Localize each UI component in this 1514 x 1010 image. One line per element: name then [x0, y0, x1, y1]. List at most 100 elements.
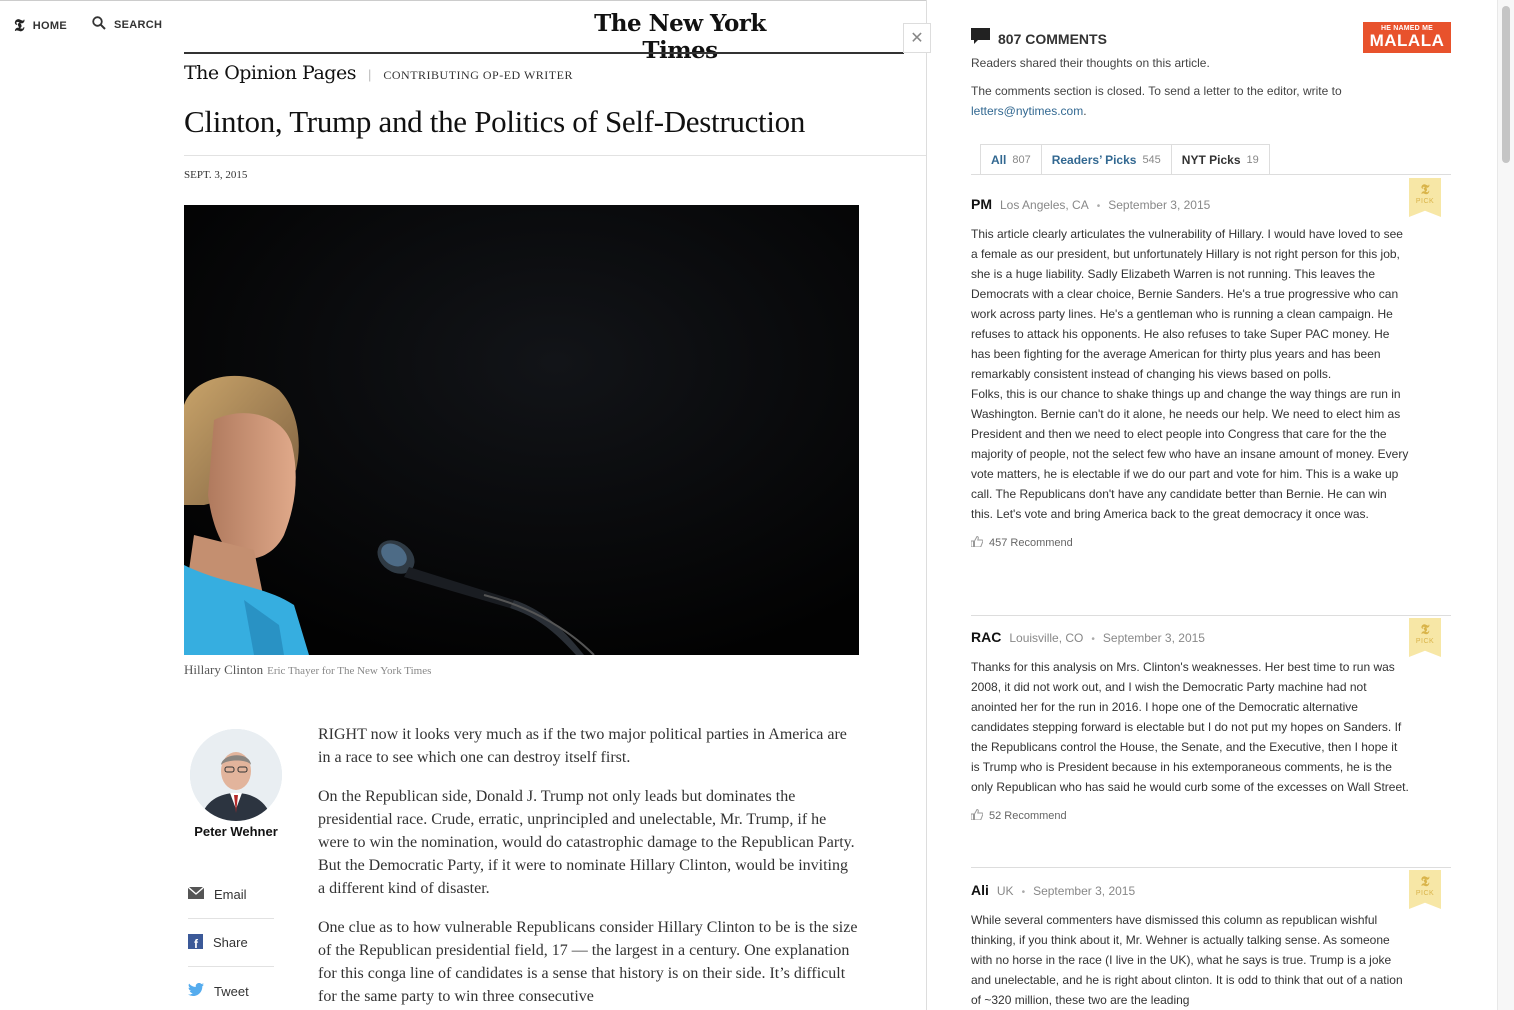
tab-label: Readers’ Picks	[1051, 153, 1137, 167]
photo-credit: Eric Thayer for The New York Times	[267, 665, 432, 677]
author-avatar[interactable]	[190, 729, 282, 821]
article-paragraph: RIGHT now it looks very much as if the t…	[318, 726, 847, 766]
tab-label: All	[991, 153, 1007, 167]
twitter-share-button[interactable]: Tweet	[188, 967, 274, 1010]
nyt-t-icon: 𝕿	[14, 16, 25, 36]
meta-dot: •	[1096, 201, 1101, 212]
article-body: RIGHT now it looks very much as if the t…	[318, 723, 858, 1010]
top-bar: 𝕿 HOME SEARCH The New York Times	[0, 0, 926, 64]
photo-caption: Hillary Clinton Eric Thayer for The New Y…	[184, 662, 431, 678]
tab-label: NYT Picks	[1181, 153, 1241, 167]
email-share-button[interactable]: Email	[187, 871, 274, 919]
comments-subtitle: Readers shared their thoughts on this ar…	[971, 56, 1210, 70]
comment-paragraph: Thanks for this analysis on Mrs. Clinton…	[971, 660, 1409, 794]
tab-count: 545	[1142, 154, 1161, 166]
comment-date: September 3, 2015	[1102, 631, 1205, 645]
comment-author[interactable]: RAC	[971, 629, 1001, 645]
lead-photo	[184, 205, 859, 655]
comment-author[interactable]: PM	[971, 196, 992, 212]
tabs-divider	[971, 174, 1451, 175]
comment-body: Thanks for this analysis on Mrs. Clinton…	[971, 657, 1409, 797]
comment-paragraph: Folks, this is our chance to shake thing…	[971, 387, 1409, 521]
article-paragraph: On the Republican side, Donald J. Trump …	[318, 788, 855, 897]
recommend-count: 457 Recommend	[989, 537, 1073, 549]
scrollbar-thumb[interactable]	[1502, 6, 1510, 163]
pick-label: PICK	[1415, 198, 1435, 205]
share-label: Share	[213, 935, 248, 950]
tab-nyt-picks[interactable]: NYT Picks 19	[1170, 144, 1270, 175]
nyt-pick-icon: 𝕿	[1420, 874, 1430, 890]
search-label: SEARCH	[114, 18, 163, 31]
tab-all[interactable]: All 807	[980, 144, 1042, 175]
search-link[interactable]: SEARCH	[92, 16, 162, 33]
comment-bubble-icon	[971, 28, 990, 50]
comment-body: While several commenters have dismissed …	[971, 910, 1409, 1010]
comment-item: 𝕿 PICK RAC Louisville, CO • September 3,…	[970, 618, 1451, 823]
comment-date: September 3, 2015	[1108, 198, 1211, 212]
page-scrollbar[interactable]	[1497, 0, 1514, 1010]
facebook-share-button[interactable]: f Share	[188, 919, 274, 967]
tweet-label: Tweet	[214, 983, 249, 999]
thumbs-up-icon	[970, 535, 984, 550]
comment-paragraph: While several commenters have dismissed …	[971, 913, 1403, 1007]
recommend-button[interactable]: 457 Recommend	[970, 535, 1451, 550]
nyt-pick-badge: 𝕿 PICK	[1409, 618, 1441, 657]
section-separator: |	[367, 67, 372, 82]
comment-author[interactable]: Ali	[971, 882, 989, 898]
meta-dot: •	[1091, 634, 1095, 645]
recommend-count: 52 Recommend	[989, 810, 1067, 822]
comment-divider	[971, 867, 1451, 868]
tab-count: 19	[1246, 154, 1259, 166]
tab-readers-picks[interactable]: Readers’ Picks 545	[1040, 144, 1172, 175]
comment-location: Los Angeles, CA	[1000, 198, 1089, 212]
comment-tabs: All 807 Readers’ Picks 545 NYT Picks 19	[980, 144, 1270, 175]
article-date: SEPT. 3, 2015	[184, 169, 248, 181]
nyt-pick-icon: 𝕿	[1420, 622, 1430, 638]
comment-item: 𝕿 PICK PM Los Angeles, CA • September 3,…	[970, 178, 1451, 550]
section-name[interactable]: The Opinion Pages	[184, 62, 356, 84]
section-header: The Opinion Pages | CONTRIBUTING OP-ED W…	[184, 62, 573, 84]
home-label: HOME	[32, 20, 67, 32]
comment-item: 𝕿 PICK Ali UK • September 3, 2015 While …	[971, 870, 1451, 1010]
meta-dot: •	[1021, 887, 1026, 898]
comment-meta: RAC Louisville, CO • September 3, 2015	[971, 629, 1451, 645]
comment-paragraph: This article clearly articulates the vul…	[971, 227, 1403, 381]
comments-closed-notice: The comments section is closed. To send …	[971, 81, 1391, 121]
comment-meta: Ali UK • September 3, 2015	[971, 882, 1451, 898]
email-label: Email	[214, 887, 247, 902]
thumbs-up-icon	[970, 808, 984, 823]
comment-date: September 3, 2015	[1033, 884, 1136, 898]
search-icon	[92, 16, 106, 33]
article-paragraph: One clue as to how vulnerable Republican…	[318, 919, 858, 1005]
section-rule	[184, 52, 904, 54]
comments-panel: 807 COMMENTS HE NAMED ME MALALA Readers …	[927, 0, 1497, 1010]
masthead-logo[interactable]: The New York Times	[560, 10, 800, 64]
article-headline: Clinton, Trump and the Politics of Self-…	[184, 104, 806, 139]
comments-count: 807 COMMENTS	[998, 31, 1107, 47]
comment-body: This article clearly articulates the vul…	[971, 224, 1409, 524]
nyt-pick-badge: 𝕿 PICK	[1409, 870, 1441, 909]
headline-divider	[184, 155, 926, 156]
tab-count: 807	[1012, 154, 1031, 166]
comment-divider	[971, 615, 1451, 616]
pick-label: PICK	[1415, 890, 1435, 897]
facebook-icon: f	[188, 933, 203, 952]
comment-location: UK	[996, 884, 1014, 898]
caption-text: Hillary Clinton	[184, 662, 264, 677]
email-icon	[187, 886, 205, 902]
promo-line-2: MALALA	[1369, 31, 1445, 50]
pick-label: PICK	[1415, 638, 1435, 645]
closed-notice-text: The comments section is closed. To send …	[971, 84, 1342, 98]
nyt-pick-icon: 𝕿	[1420, 182, 1430, 198]
closed-notice-end: .	[1083, 104, 1087, 118]
letters-email-link[interactable]: letters@nytimes.com	[971, 104, 1083, 118]
home-link[interactable]: 𝕿 HOME	[14, 16, 67, 36]
comment-meta: PM Los Angeles, CA • September 3, 2015	[971, 196, 1451, 212]
comment-location: Louisville, CO	[1009, 631, 1084, 645]
section-kicker: CONTRIBUTING OP-ED WRITER	[383, 68, 573, 82]
promo-banner[interactable]: HE NAMED ME MALALA	[1363, 22, 1451, 53]
comments-header: 807 COMMENTS	[971, 28, 1107, 50]
recommend-button[interactable]: 52 Recommend	[970, 808, 1451, 823]
twitter-icon	[188, 982, 204, 999]
author-name[interactable]: Peter Wehner	[184, 824, 288, 839]
